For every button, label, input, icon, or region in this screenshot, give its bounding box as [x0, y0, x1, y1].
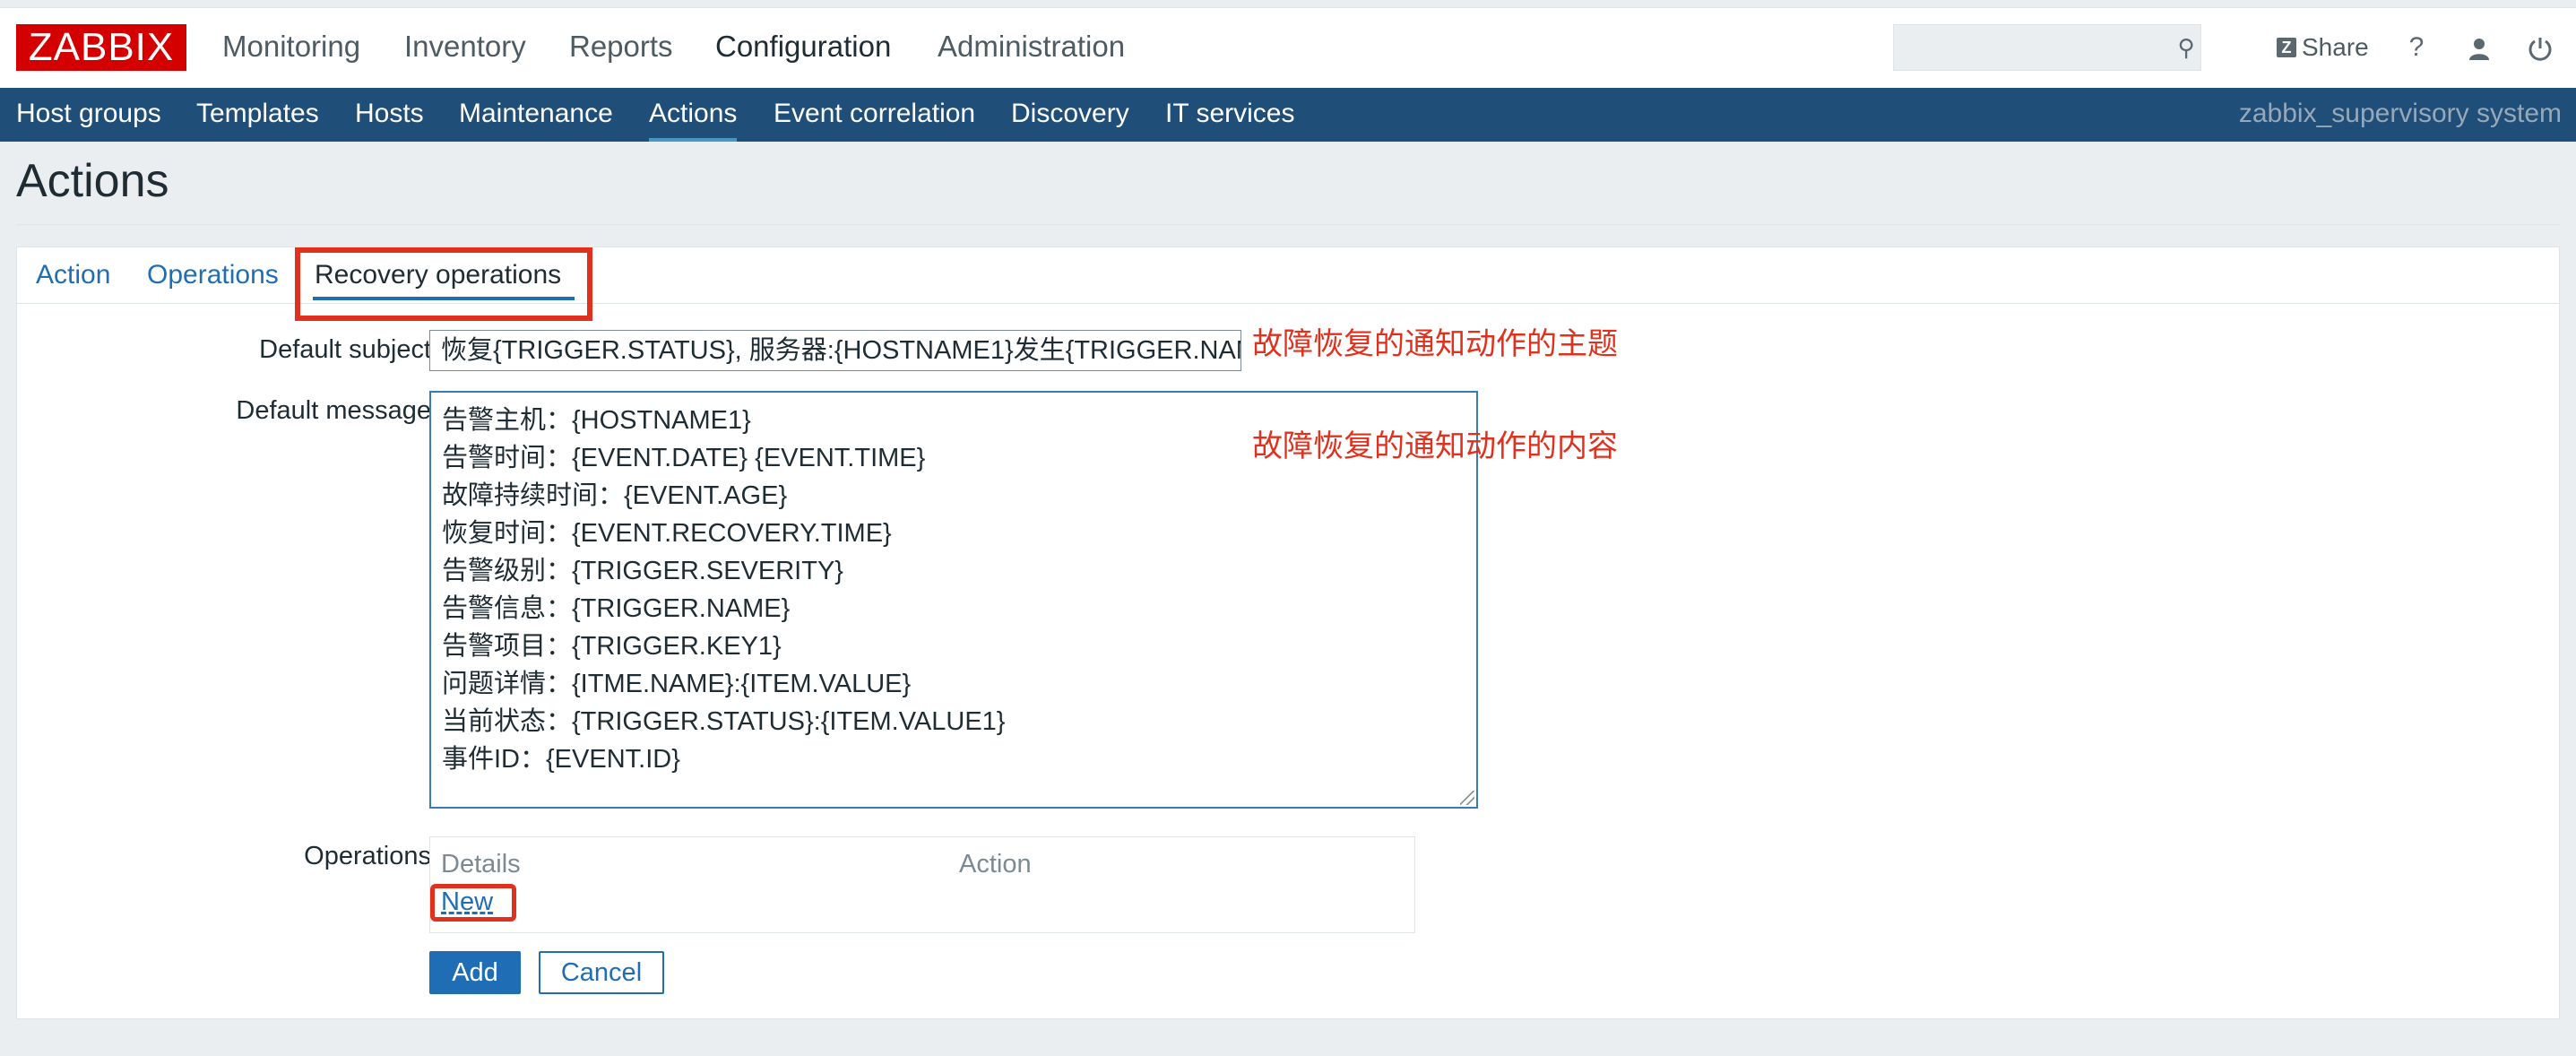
add-button[interactable]: Add	[429, 951, 521, 994]
sub-menu-event-correlation[interactable]: Event correlation	[774, 88, 975, 142]
message-line: 告警项目：{TRIGGER.KEY1}	[442, 632, 782, 661]
message-line: 告警信息：{TRIGGER.NAME}	[442, 594, 791, 623]
message-line: 事件ID：{EVENT.ID}	[442, 745, 680, 774]
tab-operations[interactable]: Operations	[147, 247, 279, 303]
action-form-panel: Action Operations Recovery operations De…	[16, 247, 2560, 1019]
main-menu-inventory[interactable]: Inventory	[404, 8, 526, 89]
sub-menu: Host groups Templates Hosts Maintenance …	[0, 88, 2576, 142]
message-line: 告警级别：{TRIGGER.SEVERITY}	[442, 557, 843, 585]
column-header-details: Details	[441, 850, 521, 879]
main-menu-administration[interactable]: Administration	[938, 8, 1125, 89]
main-menu-configuration[interactable]: Configuration	[715, 8, 891, 89]
main-menu-monitoring[interactable]: Monitoring	[222, 8, 360, 89]
help-icon[interactable]: ?	[2399, 8, 2434, 89]
highlight-box-recovery-tab	[295, 247, 592, 321]
default-message-label: Default message	[236, 396, 431, 425]
tab-action[interactable]: Action	[36, 247, 110, 303]
sub-menu-actions[interactable]: Actions	[649, 88, 738, 142]
sub-menu-discovery[interactable]: Discovery	[1011, 88, 1129, 142]
message-line: 当前状态：{TRIGGER.STATUS}:{ITEM.VALUE1}	[442, 707, 1006, 736]
cancel-button[interactable]: Cancel	[539, 951, 664, 994]
sub-menu-hosts[interactable]: Hosts	[355, 88, 424, 142]
operations-label: Operations	[304, 842, 431, 870]
server-name: zabbix_supervisory system	[2238, 99, 2562, 128]
message-annotation: 故障恢复的通知动作的内容	[1252, 428, 1618, 464]
zabbix-logo[interactable]: ZABBIX	[16, 24, 186, 71]
sub-menu-maintenance[interactable]: Maintenance	[459, 88, 613, 142]
title-divider	[16, 224, 2560, 225]
sub-menu-host-groups[interactable]: Host groups	[16, 88, 161, 142]
recovery-operations-table: Details Action New	[429, 836, 1415, 933]
default-subject-input[interactable]: 恢复{TRIGGER.STATUS}, 服务器:{HOSTNAME1}发生{TR…	[429, 330, 1241, 371]
message-line: 恢复时间：{EVENT.RECOVERY.TIME}	[442, 519, 892, 548]
subject-annotation: 故障恢复的通知动作的主题	[1252, 326, 1618, 362]
search-icon[interactable]: ⚲	[2173, 34, 2200, 61]
sub-menu-it-services[interactable]: IT services	[1165, 88, 1294, 142]
user-profile-icon[interactable]	[2461, 8, 2497, 89]
top-header: ZABBIX Monitoring Inventory Reports Conf…	[0, 7, 2576, 89]
share-label: Share	[2302, 33, 2369, 61]
page-title: Actions	[16, 155, 169, 207]
main-menu-reports[interactable]: Reports	[569, 8, 673, 89]
share-z-icon: Z	[2277, 37, 2296, 57]
share-link[interactable]: Z Share	[2277, 8, 2369, 89]
textarea-resize-handle[interactable]	[1460, 791, 1474, 805]
message-line: 问题详情：{ITME.NAME}:{ITEM.VALUE}	[442, 670, 912, 698]
sign-out-icon[interactable]	[2522, 8, 2558, 89]
column-header-action: Action	[959, 850, 1032, 879]
sub-menu-templates[interactable]: Templates	[196, 88, 319, 142]
search-input[interactable]	[1893, 24, 2201, 71]
message-line: 故障持续时间：{EVENT.AGE}	[442, 481, 788, 510]
default-subject-label: Default subject	[259, 335, 431, 364]
highlight-box-new-link	[430, 884, 516, 922]
